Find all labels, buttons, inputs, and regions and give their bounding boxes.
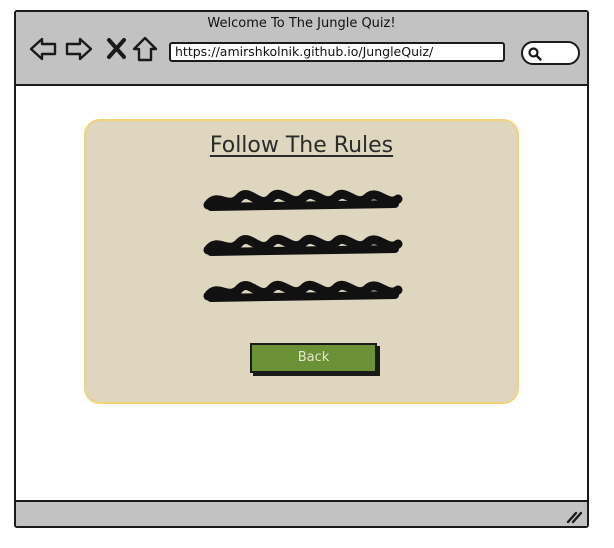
rule-line-redacted (203, 189, 403, 211)
back-arrow-icon[interactable] (28, 34, 58, 64)
search-field[interactable] (521, 41, 580, 65)
resize-grip-icon[interactable] (565, 508, 583, 524)
forward-arrow-icon[interactable] (64, 34, 94, 64)
rules-card: Follow The Rules Back (84, 119, 519, 404)
page-title: Follow The Rules (209, 133, 394, 158)
status-bar (16, 500, 587, 526)
stop-icon[interactable] (102, 34, 132, 64)
back-button[interactable]: Back (250, 343, 377, 373)
rule-line-redacted (203, 280, 403, 302)
address-bar[interactable]: https://amirshkolnik.github.io/JungleQui… (169, 42, 505, 62)
browser-toolbar: Welcome To The Jungle Quiz! https://amir… (16, 12, 587, 86)
rule-line-redacted (203, 234, 403, 256)
browser-window: Welcome To The Jungle Quiz! https://amir… (14, 10, 589, 528)
window-title: Welcome To The Jungle Quiz! (207, 16, 396, 31)
home-icon[interactable] (130, 34, 160, 64)
search-icon (528, 47, 542, 61)
